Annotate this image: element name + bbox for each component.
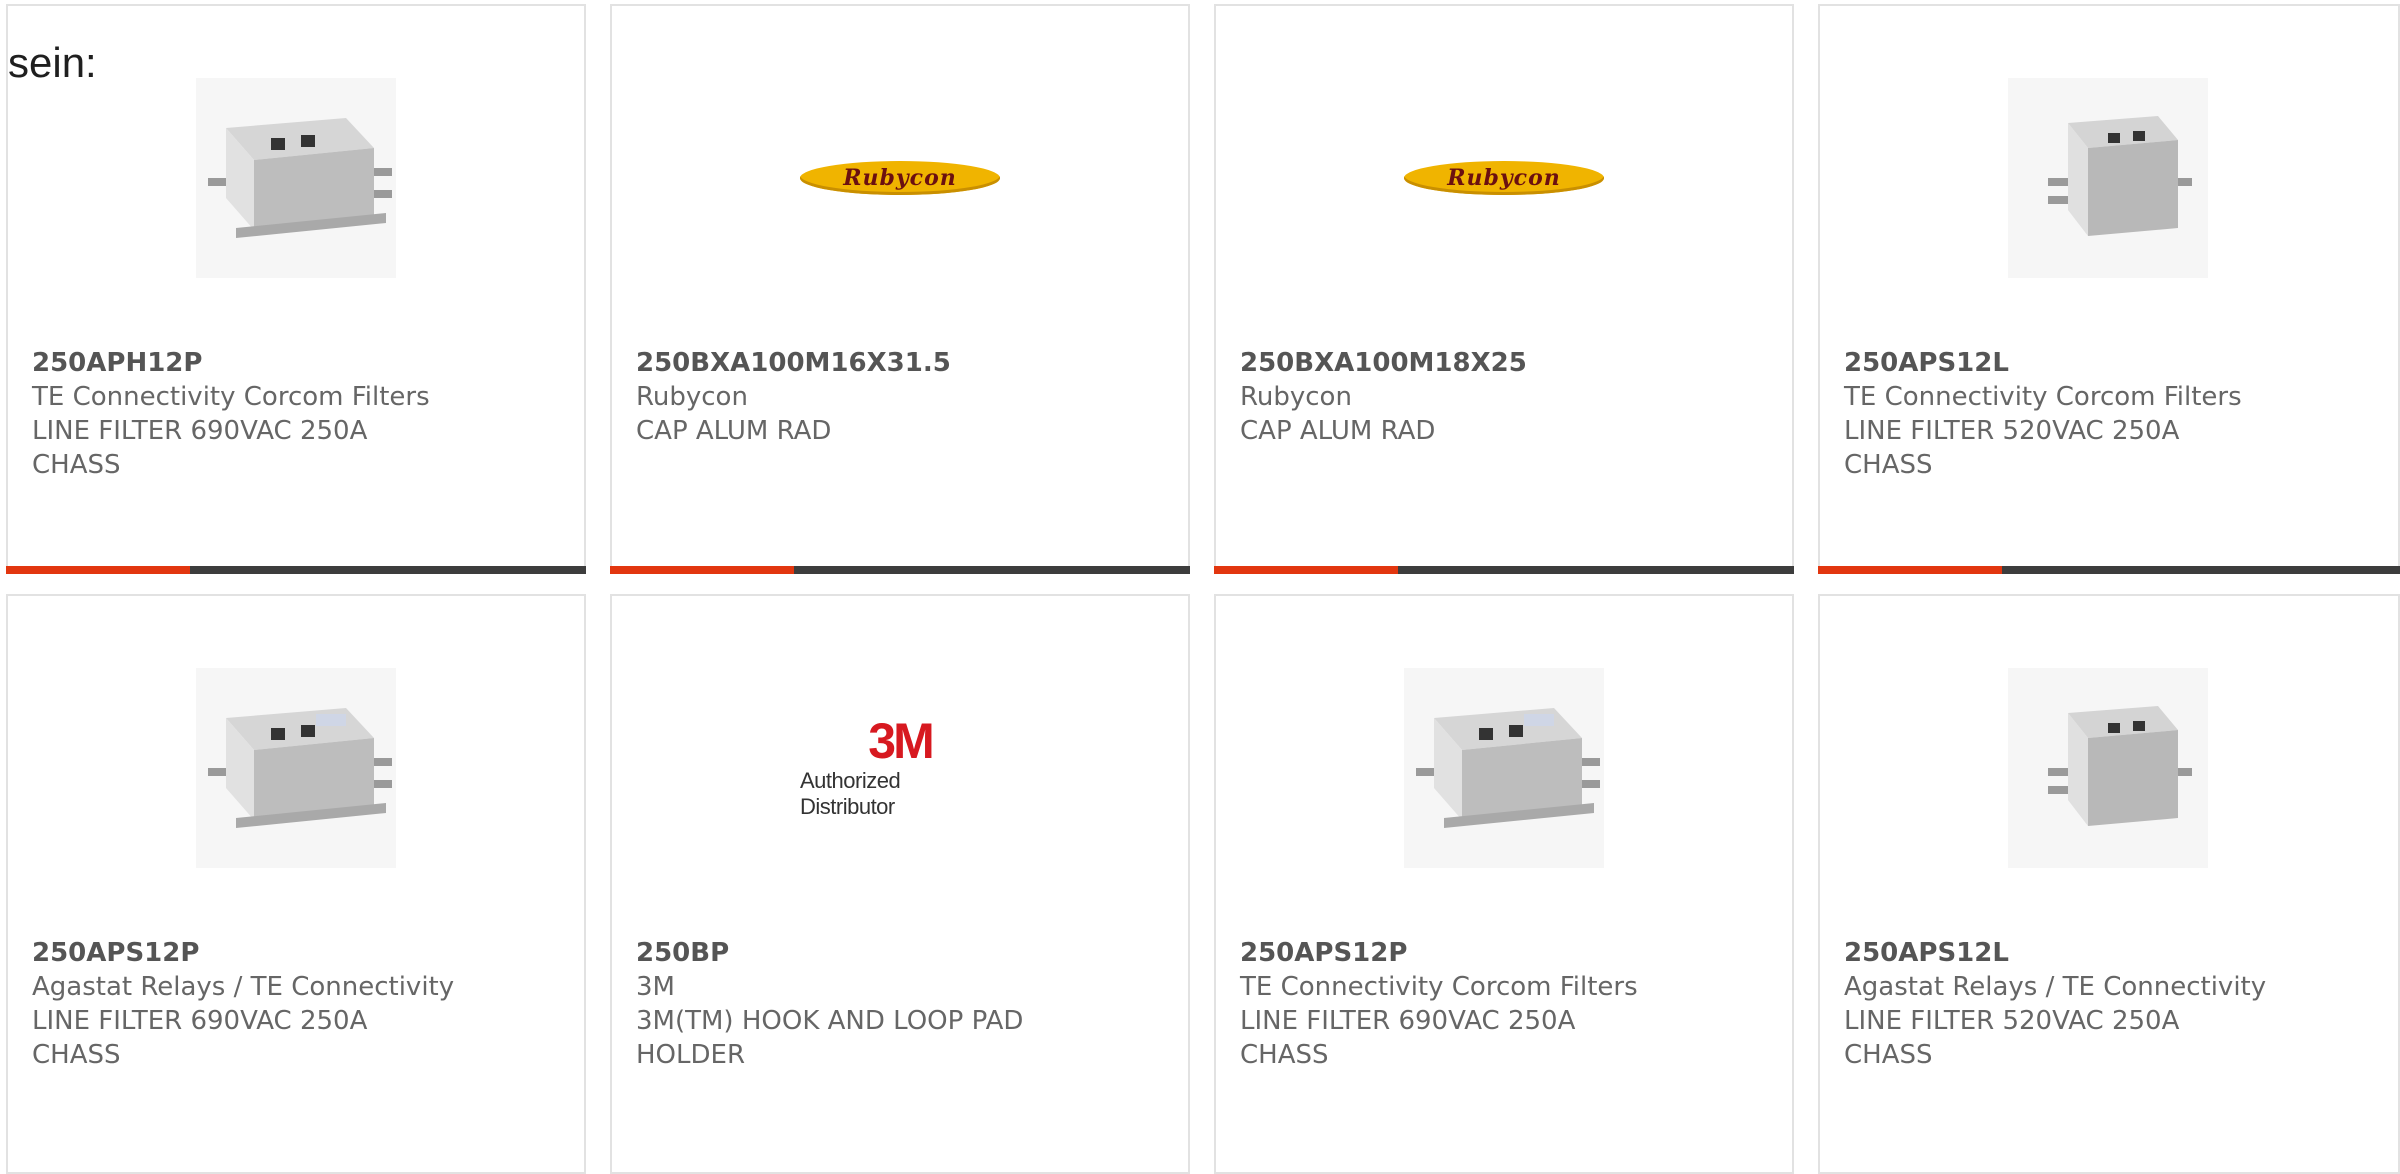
manufacturer: TE Connectivity Corcom Filters — [1240, 972, 1638, 1002]
line-filter-image — [1404, 668, 1604, 868]
part-number[interactable]: 250APS12L — [1844, 346, 2374, 380]
manufacturer: 3M — [636, 972, 675, 1002]
part-number[interactable]: 250BXA100M18X25 — [1240, 346, 1768, 380]
manufacturer: Agastat Relays / TE Connectivity — [32, 972, 455, 1002]
product-card[interactable]: Rubycon 250BXA100M18X25 Rubycon CAP ALUM… — [1214, 4, 1794, 574]
manufacturer: Agastat Relays / TE Connectivity — [1844, 972, 2267, 1002]
description: LINE FILTER 690VAC 250A — [32, 1006, 368, 1036]
description: LINE FILTER 520VAC 250A — [1844, 416, 2180, 446]
line-filter-image — [196, 78, 396, 278]
part-number[interactable]: 250BXA100M16X31.5 — [636, 346, 1164, 380]
3m-mark: 3M — [868, 713, 934, 769]
rubycon-logo-image: Rubycon — [1404, 78, 1604, 278]
product-card[interactable]: 250APS12L Agastat Relays / TE Connectivi… — [1818, 594, 2400, 1174]
product-card[interactable]: 250APS12P Agastat Relays / TE Connectivi… — [6, 594, 586, 1174]
product-info: 250APS12P Agastat Relays / TE Connectivi… — [32, 936, 560, 1072]
product-grid: 250APH12P TE Connectivity Corcom Filters… — [0, 0, 2400, 1174]
card-bottom-bar — [1818, 566, 2400, 574]
product-card[interactable]: 250APH12P TE Connectivity Corcom Filters… — [6, 4, 586, 574]
rubycon-logo-image: Rubycon — [800, 78, 1000, 278]
manufacturer: TE Connectivity Corcom Filters — [1844, 382, 2242, 412]
line-filter-image — [2008, 668, 2208, 868]
part-number[interactable]: 250APS12P — [1240, 936, 1768, 970]
description: CAP ALUM RAD — [1240, 416, 1436, 446]
product-card[interactable]: 250APS12L TE Connectivity Corcom Filters… — [1818, 4, 2400, 574]
card-bottom-bar — [6, 566, 586, 574]
part-number[interactable]: 250APH12P — [32, 346, 560, 380]
product-card[interactable]: 250APS12P TE Connectivity Corcom Filters… — [1214, 594, 1794, 1174]
description-cont: CHASS — [1844, 450, 1933, 480]
line-filter-image — [196, 668, 396, 868]
3m-subtext: Authorized Distributor — [800, 768, 901, 819]
product-info: 250BXA100M16X31.5 Rubycon CAP ALUM RAD — [636, 346, 1164, 448]
part-number[interactable]: 250APS12L — [1844, 936, 2374, 970]
manufacturer: Rubycon — [1240, 382, 1352, 412]
description-cont: CHASS — [32, 1040, 121, 1070]
part-number[interactable]: 250BP — [636, 936, 1164, 970]
part-number[interactable]: 250APS12P — [32, 936, 560, 970]
product-info: 250APH12P TE Connectivity Corcom Filters… — [32, 346, 560, 482]
rubycon-logo: Rubycon — [800, 161, 1000, 195]
card-bottom-bar — [610, 566, 1190, 574]
3m-logo: 3M Authorized Distributor — [800, 716, 1000, 820]
description: LINE FILTER 690VAC 250A — [1240, 1006, 1576, 1036]
description-cont: HOLDER — [636, 1040, 746, 1070]
product-info: 250APS12L TE Connectivity Corcom Filters… — [1844, 346, 2374, 482]
product-card[interactable]: 3M Authorized Distributor 250BP 3M 3M(TM… — [610, 594, 1190, 1174]
line-filter-image — [2008, 78, 2208, 278]
description: CAP ALUM RAD — [636, 416, 832, 446]
description-cont: CHASS — [1240, 1040, 1329, 1070]
product-info: 250APS12P TE Connectivity Corcom Filters… — [1240, 936, 1768, 1072]
manufacturer: TE Connectivity Corcom Filters — [32, 382, 430, 412]
card-bottom-bar — [1214, 566, 1794, 574]
description: 3M(TM) HOOK AND LOOP PAD — [636, 1006, 1024, 1036]
intro-text: sein: — [8, 38, 103, 88]
product-info: 250BXA100M18X25 Rubycon CAP ALUM RAD — [1240, 346, 1768, 448]
rubycon-logo: Rubycon — [1404, 161, 1604, 195]
description: LINE FILTER 690VAC 250A — [32, 416, 368, 446]
product-info: 250BP 3M 3M(TM) HOOK AND LOOP PAD HOLDER — [636, 936, 1164, 1072]
product-info: 250APS12L Agastat Relays / TE Connectivi… — [1844, 936, 2374, 1072]
product-card[interactable]: Rubycon 250BXA100M16X31.5 Rubycon CAP AL… — [610, 4, 1190, 574]
description: LINE FILTER 520VAC 250A — [1844, 1006, 2180, 1036]
description-cont: CHASS — [32, 450, 121, 480]
manufacturer: Rubycon — [636, 382, 748, 412]
description-cont: CHASS — [1844, 1040, 1933, 1070]
3m-logo-image: 3M Authorized Distributor — [800, 668, 1000, 868]
